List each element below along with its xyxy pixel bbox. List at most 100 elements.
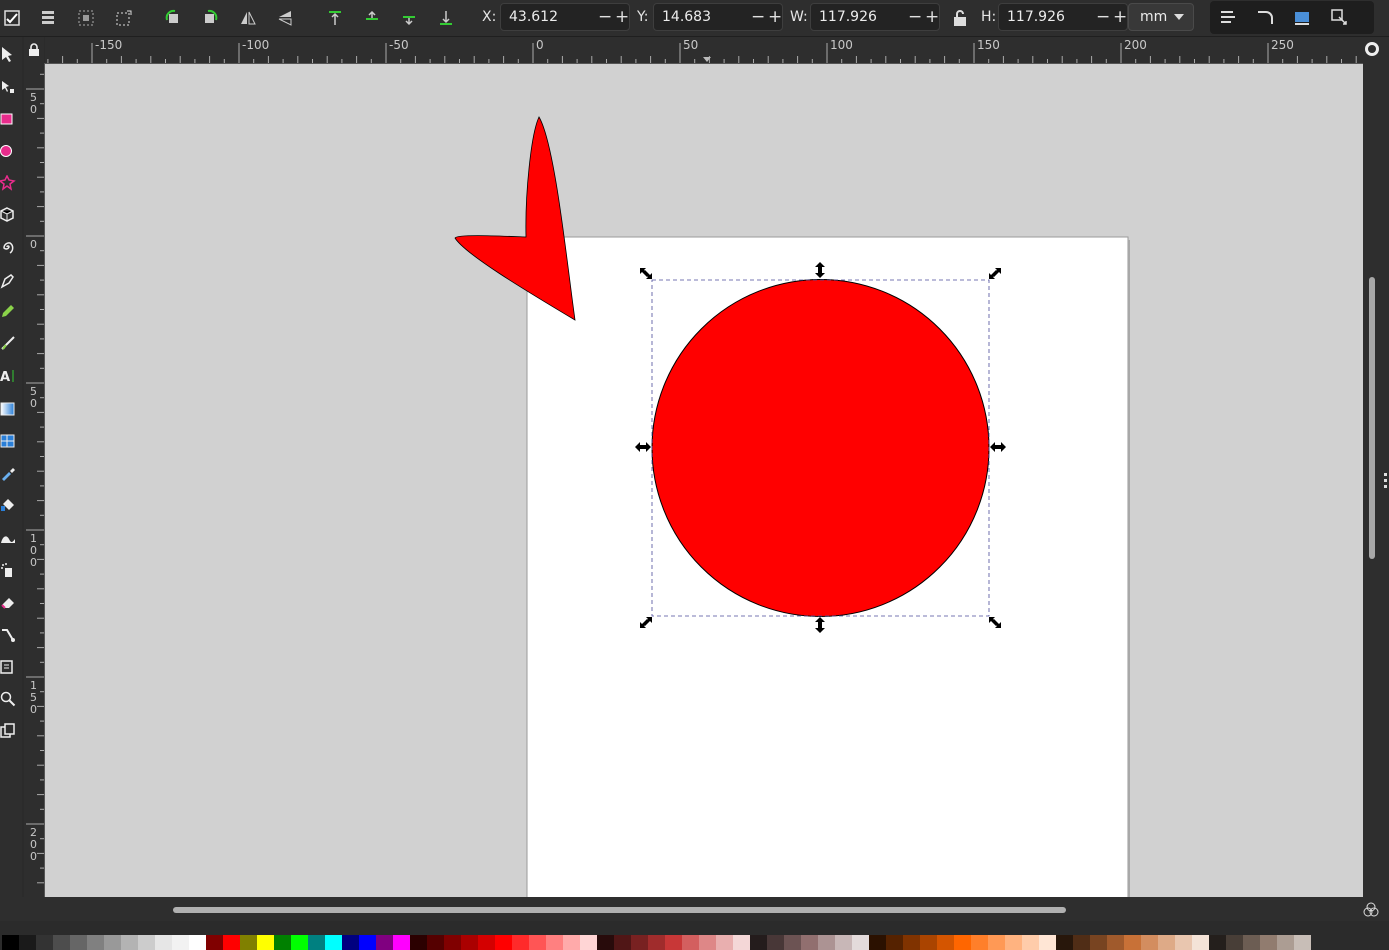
palette-swatch[interactable]: [954, 935, 971, 950]
w-increment-button[interactable]: +: [925, 7, 939, 27]
palette-swatch[interactable]: [801, 935, 818, 950]
paint-bucket-tool-icon[interactable]: [0, 497, 16, 513]
palette-swatch[interactable]: [1107, 935, 1124, 950]
palette-swatch[interactable]: [189, 935, 206, 950]
palette-swatch[interactable]: [53, 935, 70, 950]
palette-swatch[interactable]: [988, 935, 1005, 950]
rotate-ccw-icon[interactable]: [163, 8, 183, 28]
palette-swatch[interactable]: [393, 935, 410, 950]
red-heart-shape[interactable]: [454, 116, 576, 321]
palette-swatch[interactable]: [1158, 935, 1175, 950]
rotate-cw-icon[interactable]: [200, 8, 220, 28]
y-field[interactable]: 14.683 − +: [653, 3, 783, 31]
y-decrement-button[interactable]: −: [751, 7, 765, 27]
raise-to-top-icon[interactable]: [325, 8, 345, 28]
w-decrement-button[interactable]: −: [908, 7, 922, 27]
palette-swatch[interactable]: [240, 935, 257, 950]
rectangle-tool-icon[interactable]: [0, 111, 16, 127]
lower-icon[interactable]: [399, 8, 419, 28]
palette-swatch[interactable]: [512, 935, 529, 950]
palette-swatch[interactable]: [1209, 935, 1226, 950]
palette-swatch[interactable]: [1022, 935, 1039, 950]
lock-guides-icon[interactable]: [27, 43, 41, 57]
node-tool-icon[interactable]: [0, 79, 16, 95]
palette-swatch[interactable]: [121, 935, 138, 950]
palette-swatch[interactable]: [631, 935, 648, 950]
tweak-tool-icon[interactable]: [0, 530, 16, 546]
palette-swatch[interactable]: [325, 935, 342, 950]
move-gradients-icon[interactable]: [1292, 7, 1312, 27]
scale-stroke-icon[interactable]: [1218, 7, 1238, 27]
palette-swatch[interactable]: [1243, 935, 1260, 950]
palette-swatch[interactable]: [172, 935, 189, 950]
palette-swatch[interactable]: [1039, 935, 1056, 950]
palette-swatch[interactable]: [461, 935, 478, 950]
palette-swatch[interactable]: [971, 935, 988, 950]
measure-tool-icon[interactable]: [0, 723, 16, 739]
x-increment-button[interactable]: +: [615, 7, 629, 27]
palette-swatch[interactable]: [529, 935, 546, 950]
palette-swatch[interactable]: [784, 935, 801, 950]
color-managed-view-icon[interactable]: [1363, 902, 1379, 918]
h-decrement-button[interactable]: −: [1096, 7, 1110, 27]
palette-swatch[interactable]: [2, 935, 19, 950]
3d-box-tool-icon[interactable]: [0, 207, 16, 223]
h-value[interactable]: 117.926: [1007, 9, 1065, 25]
pen-tool-icon[interactable]: [0, 273, 16, 289]
palette-swatch[interactable]: [478, 935, 495, 950]
palette-swatch[interactable]: [308, 935, 325, 950]
vertical-scrollbar-thumb[interactable]: [1369, 277, 1375, 559]
flip-vertical-icon[interactable]: [275, 8, 295, 28]
palette-swatch[interactable]: [1141, 935, 1158, 950]
h-increment-button[interactable]: +: [1113, 7, 1127, 27]
palette-swatch[interactable]: [869, 935, 886, 950]
red-circle[interactable]: [651, 279, 990, 617]
palette-swatch[interactable]: [699, 935, 716, 950]
pages-tool-icon[interactable]: [0, 659, 16, 675]
selector-tool-icon[interactable]: [0, 46, 16, 62]
drawing-canvas[interactable]: [45, 64, 1363, 897]
palette-swatch[interactable]: [886, 935, 903, 950]
zoom-correction-icon[interactable]: [1365, 42, 1379, 56]
palette-swatch[interactable]: [444, 935, 461, 950]
palette-swatch[interactable]: [1124, 935, 1141, 950]
palette-swatch[interactable]: [1056, 935, 1073, 950]
palette-swatch[interactable]: [274, 935, 291, 950]
palette-swatch[interactable]: [580, 935, 597, 950]
connector-tool-icon[interactable]: [0, 627, 16, 643]
zoom-tool-icon[interactable]: [0, 691, 16, 707]
move-patterns-icon[interactable]: [1329, 7, 1349, 27]
palette-swatch[interactable]: [597, 935, 614, 950]
w-field[interactable]: 117.926 − +: [810, 3, 940, 31]
palette-swatch[interactable]: [1073, 935, 1090, 950]
palette-swatch[interactable]: [138, 935, 155, 950]
palette-swatch[interactable]: [852, 935, 869, 950]
palette-swatch[interactable]: [682, 935, 699, 950]
palette-swatch[interactable]: [1277, 935, 1294, 950]
palette-swatch[interactable]: [733, 935, 750, 950]
dropper-tool-icon[interactable]: [0, 465, 16, 481]
palette-swatch[interactable]: [1294, 935, 1311, 950]
palette-swatch[interactable]: [665, 935, 682, 950]
w-value[interactable]: 117.926: [819, 9, 877, 25]
y-value[interactable]: 14.683: [662, 9, 711, 25]
palette-swatch[interactable]: [937, 935, 954, 950]
x-value[interactable]: 43.612: [509, 9, 558, 25]
palette-swatch[interactable]: [376, 935, 393, 950]
palette-swatch[interactable]: [342, 935, 359, 950]
y-increment-button[interactable]: +: [768, 7, 782, 27]
select-all-icon[interactable]: [2, 8, 22, 28]
spray-tool-icon[interactable]: [0, 562, 16, 578]
palette-swatch[interactable]: [767, 935, 784, 950]
spiral-tool-icon[interactable]: [0, 239, 16, 255]
x-decrement-button[interactable]: −: [598, 7, 612, 27]
palette-swatch[interactable]: [427, 935, 444, 950]
palette-swatch[interactable]: [223, 935, 240, 950]
palette-swatch[interactable]: [1226, 935, 1243, 950]
palette-swatch[interactable]: [36, 935, 53, 950]
palette-swatch[interactable]: [716, 935, 733, 950]
palette-swatch[interactable]: [155, 935, 172, 950]
palette-swatch[interactable]: [920, 935, 937, 950]
eraser-tool-icon[interactable]: [0, 594, 16, 610]
palette-swatch[interactable]: [1005, 935, 1022, 950]
